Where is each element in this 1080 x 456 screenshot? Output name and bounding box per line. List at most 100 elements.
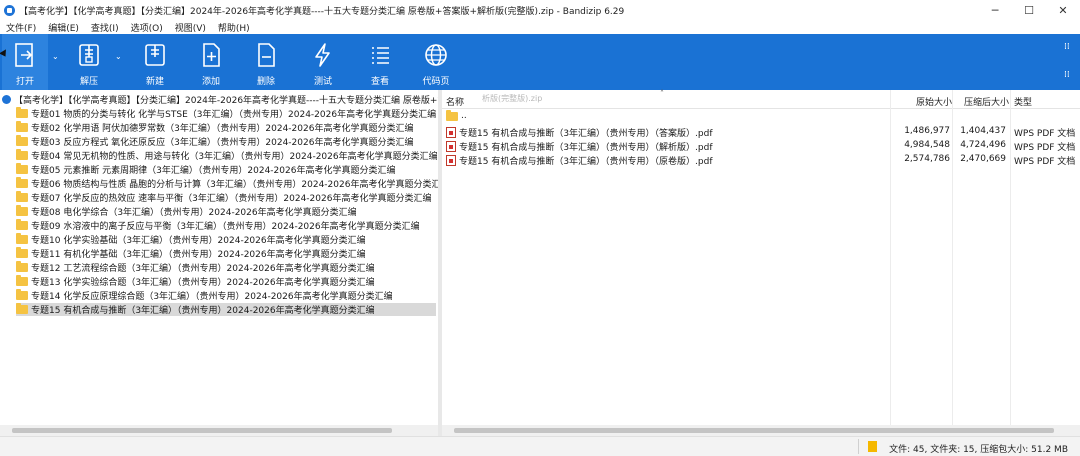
file-list-scrollbar-thumb[interactable] bbox=[454, 428, 1054, 433]
lightning-icon bbox=[315, 43, 330, 67]
view-button[interactable]: 查看 bbox=[357, 34, 403, 90]
status-text: 文件: 45, 文件夹: 15, 压缩包大小: 51.2 MB bbox=[889, 445, 1068, 455]
close-button[interactable]: ✕ bbox=[1046, 0, 1080, 20]
tree-item-label: 专题01 物质的分类与转化 化学与STSE（3年汇编）（贵州专用）2024-20… bbox=[31, 110, 437, 120]
folder-icon bbox=[446, 109, 458, 121]
tree-item[interactable]: 专题02 化学用语 阿伏加德罗常数（3年汇编）（贵州专用）2024-2026年高… bbox=[16, 121, 413, 134]
tree-item-label: 专题12 工艺流程综合题（3年汇编）（贵州专用）2024-2026年高考化学真题… bbox=[31, 264, 375, 274]
tree-item[interactable]: 专题05 元素推断 元素周期律（3年汇编）（贵州专用）2024-2026年高考化… bbox=[16, 163, 395, 176]
extract-button[interactable]: 解压 bbox=[66, 34, 112, 90]
bandizip-app-icon bbox=[4, 4, 15, 16]
menu-help[interactable]: 帮助(H) bbox=[212, 21, 256, 34]
chevron-down-icon: ⌄ bbox=[52, 52, 59, 61]
folder-icon bbox=[16, 261, 28, 272]
new-archive-button[interactable]: 新建 bbox=[132, 34, 178, 90]
tree-item[interactable]: 专题13 化学实验综合题（3年汇编）（贵州专用）2024-2026年高考化学真题… bbox=[16, 275, 375, 288]
add-label: 添加 bbox=[201, 77, 220, 87]
tree-root[interactable]: 【高考化学】【化学高考真题】【分类汇编】2024年-2026年高考化学真题---… bbox=[2, 93, 438, 105]
folder-tree-pane: 【高考化学】【化学高考真题】【分类汇编】2024年-2026年高考化学真题---… bbox=[0, 90, 449, 425]
tree-item[interactable]: 专题03 反应方程式 氧化还原反应（3年汇编）（贵州专用）2024-2026年高… bbox=[16, 135, 413, 148]
folder-icon bbox=[16, 177, 28, 188]
tree-item-label: 专题07 化学反应的热效应 速率与平衡（3年汇编）（贵州专用）2024-2026… bbox=[31, 194, 432, 204]
tree-item[interactable]: 专题11 有机化学基础（3年汇编）（贵州专用）2024-2026年高考化学真题分… bbox=[16, 247, 366, 260]
delete-label: 删除 bbox=[256, 77, 275, 87]
tree-item[interactable]: 专题10 化学实验基础（3年汇编）（贵州专用）2024-2026年高考化学真题分… bbox=[16, 233, 366, 246]
tree-item[interactable]: 专题06 物质结构与性质 晶胞的分析与计算（3年汇编）（贵州专用）2024-20… bbox=[16, 177, 449, 190]
tree-item-label: 专题11 有机化学基础（3年汇编）（贵州专用）2024-2026年高考化学真题分… bbox=[31, 250, 366, 260]
test-label: 测试 bbox=[313, 77, 332, 87]
tree-scrollbar-thumb[interactable] bbox=[12, 428, 392, 433]
folder-icon bbox=[16, 135, 28, 146]
add-button[interactable]: 添加 bbox=[188, 34, 234, 90]
tree-item[interactable]: 专题12 工艺流程综合题（3年汇编）（贵州专用）2024-2026年高考化学真题… bbox=[16, 261, 375, 274]
menu-file[interactable]: 文件(F) bbox=[0, 21, 42, 34]
test-button[interactable]: 测试 bbox=[300, 34, 346, 90]
file-name-cell: 专题15 有机合成与推断（3年汇编）（贵州专用）（原卷版）.pdf bbox=[446, 154, 713, 167]
tree-item[interactable]: 专题08 电化学综合（3年汇编）（贵州专用）2024-2026年高考化学真题分类… bbox=[16, 205, 357, 218]
folder-icon bbox=[16, 163, 28, 174]
column-header-type[interactable]: 类型 bbox=[1014, 95, 1032, 108]
tree-item-label: 专题04 常见无机物的性质、用途与转化（3年汇编）（贵州专用）2024-2026… bbox=[31, 152, 438, 162]
column-header-packed-size[interactable]: 压缩后大小 bbox=[964, 95, 1009, 108]
tree-item-label: 专题02 化学用语 阿伏加德罗常数（3年汇编）（贵州专用）2024-2026年高… bbox=[31, 124, 414, 134]
menu-view[interactable]: 视图(V) bbox=[169, 21, 212, 34]
tree-horizontal-scrollbar[interactable] bbox=[0, 425, 438, 436]
tree-item-label: 专题13 化学实验综合题（3年汇编）（贵州专用）2024-2026年高考化学真题… bbox=[31, 278, 375, 288]
archive-root-icon bbox=[2, 94, 11, 104]
column-header-original-size[interactable]: 原始大小 bbox=[916, 95, 952, 108]
tree-item-label: 专题15 有机合成与推断（3年汇编）（贵州专用）2024-2026年高考化学真题… bbox=[31, 306, 375, 316]
list-item-parent[interactable]: .. bbox=[442, 109, 1080, 123]
layout-grid-icon[interactable]: ⁞⁞ bbox=[1064, 42, 1074, 52]
menu-bar: 文件(F) 编辑(E) 查找(I) 选项(O) 视图(V) 帮助(H) bbox=[0, 20, 1080, 34]
list-item[interactable]: 专题15 有机合成与推断（3年汇编）（贵州专用）（答案版）.pdf 1,486,… bbox=[442, 124, 1080, 139]
file-list-horizontal-scrollbar[interactable] bbox=[442, 425, 1080, 436]
folder-icon bbox=[16, 191, 28, 202]
open-dropdown[interactable]: ⌄ bbox=[50, 34, 64, 90]
list-item[interactable]: 专题15 有机合成与推断（3年汇编）（贵州专用）（解析版）.pdf 4,984,… bbox=[442, 138, 1080, 153]
column-header-name[interactable]: 名称 bbox=[446, 95, 464, 108]
open-button[interactable]: 打开 bbox=[2, 34, 48, 90]
list-view-icon bbox=[372, 47, 389, 64]
codepage-button[interactable]: 代码页 bbox=[413, 34, 459, 90]
file-type: WPS PDF 文档 bbox=[1014, 157, 1076, 167]
delete-button[interactable]: 删除 bbox=[243, 34, 289, 90]
sort-arrow-icon: ˄ bbox=[660, 89, 664, 98]
file-name: 专题15 有机合成与推断（3年汇编）（贵州专用）（原卷版）.pdf bbox=[459, 157, 713, 167]
tree-item-label: 专题05 元素推断 元素周期律（3年汇编）（贵州专用）2024-2026年高考化… bbox=[31, 166, 396, 176]
extract-dropdown[interactable]: ⌄ bbox=[113, 34, 127, 90]
pdf-file-icon bbox=[446, 127, 456, 138]
menu-find[interactable]: 查找(I) bbox=[85, 21, 125, 34]
layout-grid-icon-2[interactable]: ⁞⁞ bbox=[1064, 70, 1074, 80]
file-packed-size: 2,470,669 bbox=[960, 154, 1006, 164]
folder-icon bbox=[16, 121, 28, 132]
tree-item[interactable]: 专题07 化学反应的热效应 速率与平衡（3年汇编）（贵州专用）2024-2026… bbox=[16, 191, 431, 204]
minimize-button[interactable]: ─ bbox=[978, 0, 1012, 20]
file-list-pane: 名称 原始大小 压缩后大小 类型 .. 专题15 有机合成与推断（3年汇编）（贵… bbox=[442, 90, 1080, 425]
tree-item-label: 专题10 化学实验基础（3年汇编）（贵州专用）2024-2026年高考化学真题分… bbox=[31, 236, 366, 246]
tree-item-label: 专题09 水溶液中的离子反应与平衡（3年汇编）（贵州专用）2024-2026年高… bbox=[31, 222, 420, 232]
maximize-button[interactable]: ☐ bbox=[1012, 0, 1046, 20]
add-file-icon bbox=[203, 43, 220, 67]
file-original-size: 4,984,548 bbox=[904, 140, 950, 150]
file-packed-size: 1,404,437 bbox=[960, 126, 1006, 136]
status-divider bbox=[858, 439, 859, 454]
folder-icon bbox=[16, 275, 28, 286]
parent-folder-cell: .. bbox=[446, 109, 467, 121]
archive-status-icon bbox=[868, 441, 877, 452]
tree-item[interactable]: 专题14 化学反应原理综合题（3年汇编）（贵州专用）2024-2026年高考化学… bbox=[16, 289, 393, 302]
tree-item[interactable]: 专题01 物质的分类与转化 化学与STSE（3年汇编）（贵州专用）2024-20… bbox=[16, 107, 436, 120]
parent-folder-label: .. bbox=[461, 111, 467, 121]
file-original-size: 2,574,786 bbox=[904, 154, 950, 164]
menu-edit[interactable]: 编辑(E) bbox=[42, 21, 85, 34]
toolbar: 打开 ⌄ 解压 ⌄ 新建 添加 删除 测试 查看 代码页 ⁞⁞ ⁞⁞ bbox=[0, 34, 1080, 90]
folder-icon bbox=[16, 233, 28, 244]
list-item[interactable]: 专题15 有机合成与推断（3年汇编）（贵州专用）（原卷版）.pdf 2,574,… bbox=[442, 152, 1080, 167]
menu-options[interactable]: 选项(O) bbox=[125, 21, 169, 34]
tree-item-selected[interactable]: 专题15 有机合成与推断（3年汇编）（贵州专用）2024-2026年高考化学真题… bbox=[16, 303, 436, 316]
status-bar: 文件: 45, 文件夹: 15, 压缩包大小: 51.2 MB bbox=[0, 436, 1080, 456]
folder-icon bbox=[16, 219, 28, 230]
folder-icon bbox=[16, 303, 28, 314]
open-label: 打开 bbox=[15, 77, 34, 87]
tree-item[interactable]: 专题04 常见无机物的性质、用途与转化（3年汇编）（贵州专用）2024-2026… bbox=[16, 149, 438, 162]
tree-item[interactable]: 专题09 水溶液中的离子反应与平衡（3年汇编）（贵州专用）2024-2026年高… bbox=[16, 219, 420, 232]
